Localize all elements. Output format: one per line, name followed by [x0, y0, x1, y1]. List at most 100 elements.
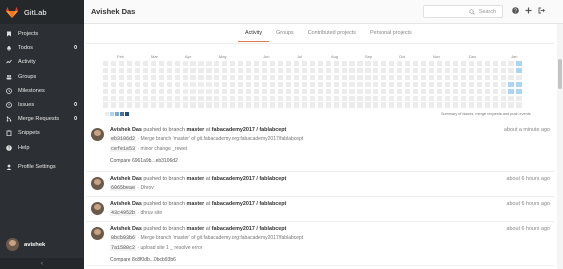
calendar-day[interactable] [246, 61, 252, 67]
calendar-day[interactable] [365, 88, 371, 94]
avatar[interactable] [91, 202, 104, 215]
calendar-day[interactable] [103, 95, 109, 101]
calendar-day[interactable] [317, 61, 323, 67]
event-project[interactable]: fabacademy2017 / fablabcept [212, 226, 287, 232]
calendar-day[interactable] [285, 88, 292, 94]
calendar-day[interactable] [397, 95, 403, 101]
calendar-day[interactable] [309, 81, 315, 87]
calendar-day[interactable] [309, 102, 315, 108]
calendar-day[interactable] [500, 61, 506, 67]
calendar-day[interactable] [317, 67, 323, 74]
calendar-day[interactable] [293, 102, 299, 108]
event-author[interactable]: Avishek Das [110, 127, 142, 133]
compare-link[interactable]: Compare 6961a9b...eb3106d2 [110, 158, 178, 164]
calendar-day[interactable] [182, 74, 188, 80]
calendar-day[interactable] [214, 81, 220, 87]
calendar-day[interactable] [238, 102, 244, 108]
calendar-day[interactable] [357, 67, 363, 74]
calendar-day[interactable] [373, 95, 379, 101]
calendar-day[interactable] [309, 67, 315, 74]
calendar-day[interactable] [373, 81, 379, 87]
scrollbar[interactable] [557, 24, 563, 269]
event-branch[interactable]: master [187, 127, 205, 133]
calendar-day[interactable] [413, 95, 419, 101]
calendar-day[interactable] [126, 61, 133, 67]
calendar-day[interactable] [198, 88, 204, 94]
calendar-day[interactable] [381, 67, 387, 74]
calendar-day[interactable] [476, 88, 482, 94]
calendar-day[interactable] [110, 88, 117, 94]
commit-sha-link[interactable]: 6065beae [110, 185, 137, 191]
tab-contributed-projects[interactable]: Contributed projects [301, 30, 363, 42]
calendar-day[interactable] [118, 74, 125, 80]
sidebar-item-activity[interactable]: Activity [0, 55, 84, 69]
calendar-day[interactable] [516, 102, 522, 108]
calendar-day[interactable] [436, 67, 443, 74]
calendar-day[interactable] [365, 67, 371, 74]
calendar-day[interactable] [476, 81, 482, 87]
calendar-day[interactable] [405, 67, 411, 74]
calendar-day[interactable] [198, 67, 204, 74]
calendar-day[interactable] [301, 74, 307, 80]
avatar[interactable] [91, 227, 104, 240]
calendar-day[interactable] [468, 67, 474, 74]
calendar-day[interactable] [142, 74, 148, 80]
calendar-day[interactable] [158, 102, 164, 108]
sidebar-item-milestones[interactable]: Milestones [0, 84, 84, 98]
calendar-day[interactable] [341, 61, 347, 67]
calendar-day[interactable] [277, 102, 284, 108]
calendar-day[interactable] [126, 88, 133, 94]
calendar-day[interactable] [428, 95, 435, 101]
calendar-day[interactable] [222, 102, 228, 108]
calendar-day[interactable] [285, 61, 292, 67]
calendar-day[interactable] [317, 88, 323, 94]
calendar-day[interactable] [222, 81, 228, 87]
sidebar-item-profile-settings[interactable]: Profile Settings [0, 160, 84, 174]
calendar-day[interactable] [246, 81, 252, 87]
calendar-day[interactable] [460, 81, 466, 87]
calendar-day[interactable] [333, 74, 339, 80]
calendar-day[interactable] [516, 81, 522, 87]
calendar-day[interactable] [277, 95, 284, 101]
calendar-day[interactable] [341, 67, 347, 74]
calendar-day[interactable] [421, 74, 427, 80]
calendar-day[interactable] [500, 95, 506, 101]
calendar-day[interactable] [158, 88, 164, 94]
calendar-day[interactable] [357, 95, 363, 101]
calendar-day[interactable] [516, 95, 522, 101]
calendar-day[interactable] [293, 88, 299, 94]
calendar-day[interactable] [317, 74, 323, 80]
calendar-day[interactable] [134, 88, 140, 94]
calendar-day[interactable] [262, 61, 268, 67]
calendar-day[interactable] [166, 81, 172, 87]
calendar-day[interactable] [110, 74, 117, 80]
calendar-day[interactable] [333, 95, 339, 101]
calendar-day[interactable] [500, 88, 506, 94]
calendar-day[interactable] [269, 95, 276, 101]
search-input[interactable]: Search [423, 5, 503, 18]
calendar-day[interactable] [452, 74, 458, 80]
calendar-day[interactable] [277, 88, 284, 94]
calendar-day[interactable] [126, 102, 133, 108]
calendar-day[interactable] [158, 67, 164, 74]
calendar-day[interactable] [341, 88, 347, 94]
calendar-day[interactable] [452, 67, 458, 74]
calendar-day[interactable] [190, 102, 196, 108]
calendar-day[interactable] [277, 81, 284, 87]
calendar-day[interactable] [110, 95, 117, 101]
calendar-day[interactable] [262, 88, 268, 94]
calendar-day[interactable] [389, 74, 395, 80]
calendar-day[interactable] [452, 88, 458, 94]
calendar-day[interactable] [500, 74, 506, 80]
calendar-day[interactable] [405, 61, 411, 67]
calendar-day[interactable] [325, 61, 331, 67]
calendar-day[interactable] [174, 95, 180, 101]
calendar-day[interactable] [381, 95, 387, 101]
commit-sha-link[interactable]: eb3106d2 [110, 136, 137, 142]
calendar-day[interactable] [301, 95, 307, 101]
event-author[interactable]: Avishek Das [110, 226, 142, 232]
calendar-day[interactable] [285, 74, 292, 80]
calendar-day[interactable] [103, 81, 109, 87]
calendar-day[interactable] [365, 102, 371, 108]
calendar-day[interactable] [166, 95, 172, 101]
